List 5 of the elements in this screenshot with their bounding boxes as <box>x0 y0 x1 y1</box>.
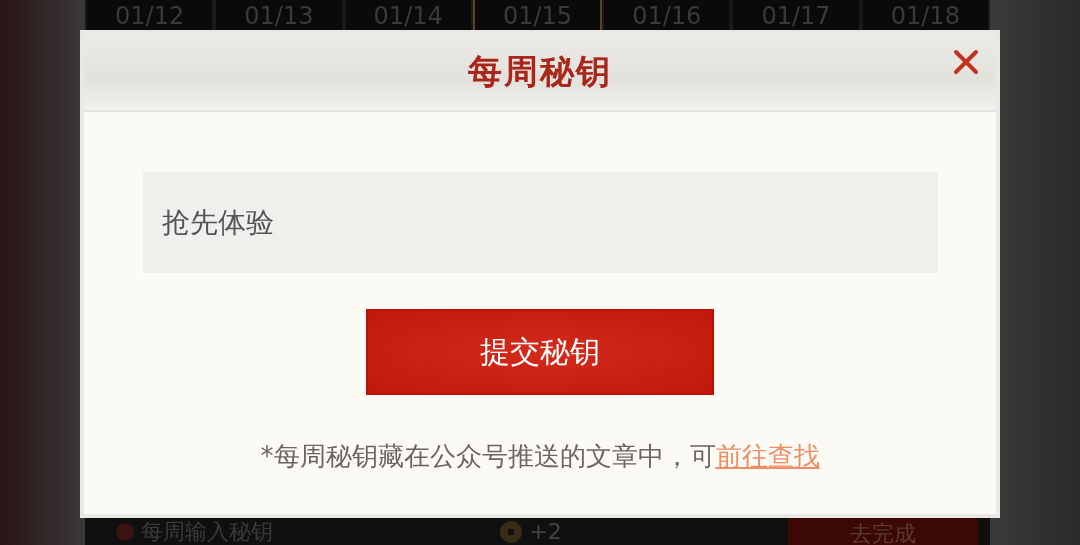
dialog-title: 每周秘钥 <box>468 50 612 93</box>
submit-button[interactable]: 提交秘钥 <box>366 309 714 395</box>
key-input-field[interactable]: 抢先体验 <box>142 172 938 273</box>
hint-text: *每周秘钥藏在公众号推送的文章中，可前往查找 <box>260 440 820 473</box>
find-link[interactable]: 前往查找 <box>715 441 820 471</box>
